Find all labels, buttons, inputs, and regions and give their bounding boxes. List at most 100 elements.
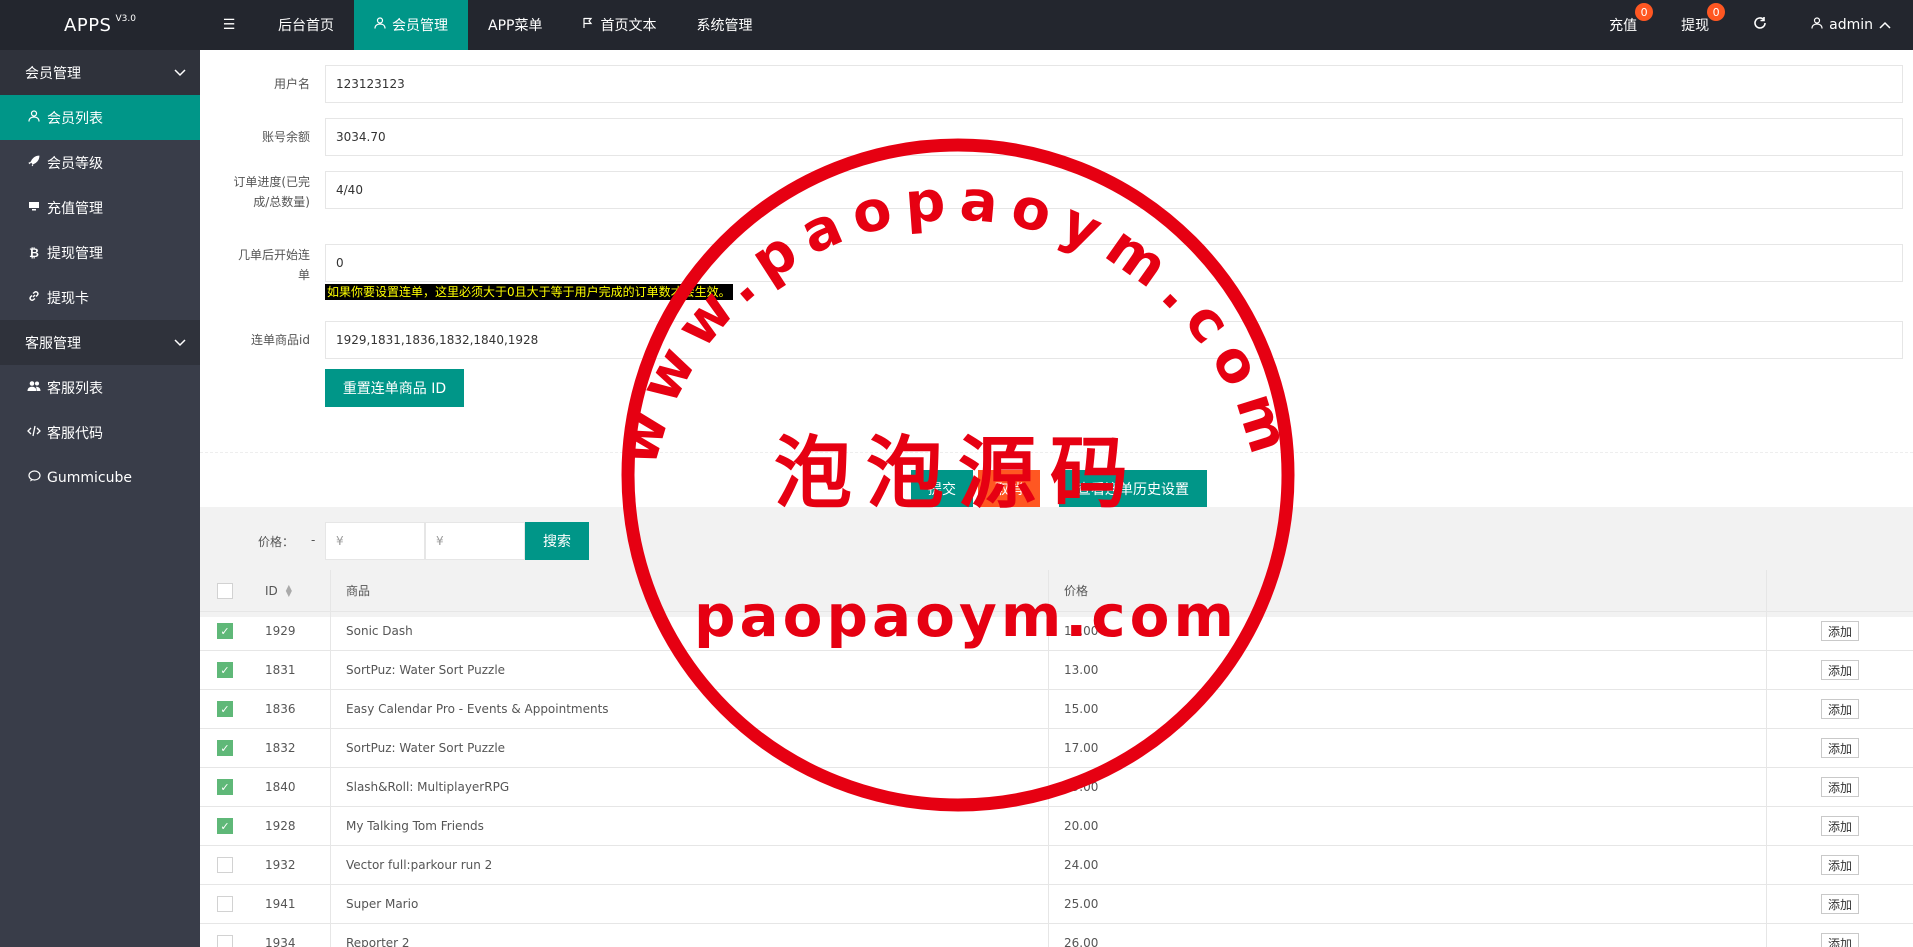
add-button[interactable]: 添加 xyxy=(1820,933,1859,947)
add-button[interactable]: 添加 xyxy=(1820,855,1859,875)
row-checkbox[interactable] xyxy=(217,896,233,912)
row-name: My Talking Tom Friends xyxy=(330,807,1048,845)
reset-goods-id-button[interactable]: 重置连单商品 ID xyxy=(325,369,464,407)
goods-ids-input[interactable]: 1929,1831,1836,1832,1840,1928 xyxy=(325,321,1903,359)
add-button[interactable]: 添加 xyxy=(1820,777,1859,797)
nav-member-management[interactable]: 会员管理 xyxy=(354,0,468,50)
submit-button[interactable]: 提交 xyxy=(911,470,973,508)
sort-icon[interactable]: ▲ ▼ xyxy=(286,583,292,597)
table-row: ✓ 1929 Sonic Dash 10.00 添加 xyxy=(200,612,1913,651)
sidebar-item-service-code[interactable]: 客服代码 xyxy=(0,410,200,455)
row-checkbox-cell xyxy=(200,885,250,923)
balance-input[interactable]: 3034.70 xyxy=(325,118,1903,156)
row-id: 1928 xyxy=(265,819,296,833)
table-row: ✓ 1840 Slash&Roll: MultiplayerRPG 19.00 添加 xyxy=(200,768,1913,807)
row-name: Easy Calendar Pro - Events & Appointment… xyxy=(330,690,1048,728)
cancel-button[interactable]: 取消 xyxy=(978,470,1040,508)
row-id: 1840 xyxy=(265,780,296,794)
row-checkbox[interactable]: ✓ xyxy=(217,740,233,756)
row-checkbox-cell xyxy=(200,846,250,884)
recharge-button[interactable]: 充值 0 xyxy=(1587,0,1659,50)
app-logo[interactable]: APPS V3.0 xyxy=(0,0,200,50)
add-button[interactable]: 添加 xyxy=(1820,816,1859,836)
sidebar-item-recharge[interactable]: 充值管理 xyxy=(0,185,200,230)
row-id: 1932 xyxy=(265,858,296,872)
row-actions: 添加 xyxy=(1766,846,1913,884)
header-id[interactable]: ID ▲ ▼ xyxy=(250,570,330,611)
table-row: ✓ 1928 My Talking Tom Friends 20.00 添加 xyxy=(200,807,1913,846)
brand-name: APPS xyxy=(64,14,112,36)
table-header-row: ID ▲ ▼ 商品 价格 xyxy=(200,570,1913,612)
table-row: 1934 Reporter 2 26.00 添加 xyxy=(200,924,1913,947)
view-history-button[interactable]: 查看连单历史设置 xyxy=(1059,470,1207,508)
row-name: Super Mario xyxy=(330,885,1048,923)
select-all-checkbox[interactable] xyxy=(217,582,233,599)
monitor-icon xyxy=(25,200,43,215)
header-price: 价格 xyxy=(1048,570,1766,611)
select-all-cell xyxy=(200,570,250,611)
sidebar-item-service-list[interactable]: 客服列表 xyxy=(0,365,200,410)
goods-ids-label: 连单商品id xyxy=(251,333,310,347)
row-actions: 添加 xyxy=(1766,690,1913,728)
row-checkbox[interactable]: ✓ xyxy=(217,779,233,795)
main-content: 用户名 123123123 账号余额 3034.70 订单进度(已完 成/总数量… xyxy=(200,50,1913,947)
row-name: SortPuz: Water Sort Puzzle xyxy=(330,651,1048,689)
row-checkbox[interactable] xyxy=(217,857,233,873)
row-price: 19.00 xyxy=(1048,768,1766,806)
row-checkbox[interactable]: ✓ xyxy=(217,623,233,639)
top-right-actions: 充值 0 提现 0 admin xyxy=(1587,0,1913,50)
row-id: 1832 xyxy=(265,741,296,755)
add-button[interactable]: 添加 xyxy=(1820,738,1859,758)
row-id: 1941 xyxy=(265,897,296,911)
sidebar-group-service[interactable]: 客服管理 xyxy=(0,320,200,365)
row-actions: 添加 xyxy=(1766,807,1913,845)
add-button[interactable]: 添加 xyxy=(1820,894,1859,914)
row-id: 1929 xyxy=(265,624,296,638)
add-button[interactable]: 添加 xyxy=(1820,699,1859,719)
balance-label: 账号余额 xyxy=(261,130,310,144)
chevron-down-icon xyxy=(174,65,186,81)
progress-input[interactable]: 4/40 xyxy=(325,171,1903,209)
sidebar-item-member-list[interactable]: 会员列表 xyxy=(0,95,200,140)
price-min-input[interactable]: ¥ xyxy=(325,522,425,560)
search-button[interactable]: 搜索 xyxy=(525,522,589,560)
add-button[interactable]: 添加 xyxy=(1820,621,1859,641)
nav-system-management[interactable]: 系统管理 xyxy=(676,0,772,50)
add-button[interactable]: 添加 xyxy=(1820,660,1859,680)
start-after-label: 几单后开始连 单 xyxy=(237,248,310,282)
refresh-button[interactable] xyxy=(1731,0,1789,50)
row-checkbox[interactable]: ✓ xyxy=(217,818,233,834)
row-checkbox-cell: ✓ xyxy=(200,690,250,728)
row-name: Reporter 2 xyxy=(330,924,1048,947)
row-checkbox[interactable] xyxy=(217,935,233,947)
username-input[interactable]: 123123123 xyxy=(325,65,1903,103)
sidebar-item-withdraw[interactable]: ₿ 提现管理 xyxy=(0,230,200,275)
table-row: ✓ 1836 Easy Calendar Pro - Events & Appoin… xyxy=(200,690,1913,729)
row-checkbox[interactable]: ✓ xyxy=(217,662,233,678)
sidebar: 会员管理 会员列表 会员等级 充值管理 ₿ 提现管理 提现卡 客服管理 客服列表… xyxy=(0,50,200,947)
row-checkbox[interactable]: ✓ xyxy=(217,701,233,717)
row-price: 13.00 xyxy=(1048,651,1766,689)
row-name: Slash&Roll: MultiplayerRPG xyxy=(330,768,1048,806)
table-row: 1932 Vector full:parkour run 2 24.00 添加 xyxy=(200,846,1913,885)
row-name: Sonic Dash xyxy=(330,612,1048,650)
sidebar-item-gummicube[interactable]: Gummicube xyxy=(0,455,200,500)
price-max-input[interactable]: ¥ xyxy=(425,522,525,560)
user-icon xyxy=(1811,17,1823,33)
sidebar-item-member-level[interactable]: 会员等级 xyxy=(0,140,200,185)
nav-app-menu[interactable]: APP菜单 xyxy=(468,0,562,50)
user-menu[interactable]: admin xyxy=(1789,0,1913,50)
row-price: 20.00 xyxy=(1048,807,1766,845)
start-after-input[interactable]: 0 xyxy=(325,244,1903,282)
row-price: 24.00 xyxy=(1048,846,1766,884)
top-header: APPS V3.0 ☰ 后台首页 会员管理 APP菜单 首页文本 系统管理 充值… xyxy=(0,0,1913,50)
nav-home[interactable]: 后台首页 xyxy=(258,0,354,50)
sidebar-item-withdraw-card[interactable]: 提现卡 xyxy=(0,275,200,320)
nav-home-text[interactable]: 首页文本 xyxy=(562,0,676,50)
sidebar-group-member[interactable]: 会员管理 xyxy=(0,50,200,95)
sidebar-toggle-button[interactable]: ☰ xyxy=(200,0,258,50)
withdraw-button[interactable]: 提现 0 xyxy=(1659,0,1731,50)
row-price: 26.00 xyxy=(1048,924,1766,947)
row-actions: 添加 xyxy=(1766,729,1913,767)
row-actions: 添加 xyxy=(1766,885,1913,923)
